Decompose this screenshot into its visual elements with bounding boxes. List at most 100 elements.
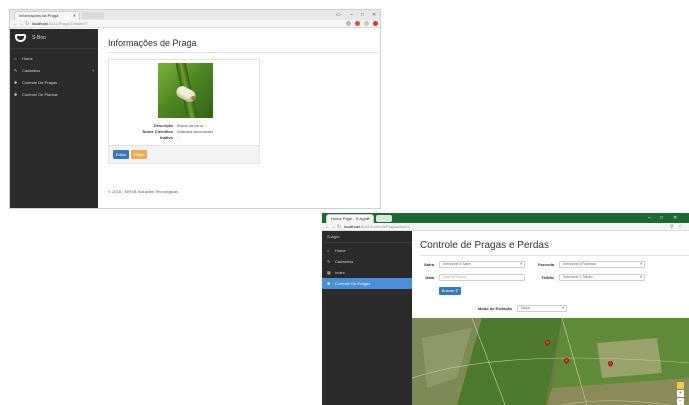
- app-name[interactable]: S-Agro: [322, 231, 412, 243]
- brand[interactable]: S-Boo: [10, 29, 98, 49]
- url-path: :8181/ControlePragas/Index: [359, 224, 410, 229]
- detail-row: Inativo □: [109, 135, 261, 141]
- close-window-icon[interactable]: ✕: [673, 213, 677, 223]
- sidebar-item-controle-pragas[interactable]: ✱ Controle De Pragas: [10, 77, 98, 89]
- url-host: localhost: [344, 224, 360, 229]
- edit-button[interactable]: Editar: [113, 150, 129, 159]
- new-tab-button[interactable]: [82, 12, 104, 19]
- home-icon: ⌂: [14, 56, 17, 61]
- browser-tab[interactable]: Home Page - S-Agro ✕: [326, 214, 374, 223]
- safra-select[interactable]: Selecione a Safra ▾: [439, 261, 525, 268]
- star-icon[interactable]: [346, 21, 351, 26]
- user-profile-icon[interactable]: ▭: [336, 10, 341, 20]
- sidebar-item-label: Controle De Pragas: [335, 281, 371, 286]
- chevron-down-icon: ▾: [562, 306, 564, 310]
- maximize-icon[interactable]: □: [660, 213, 663, 223]
- divider: [108, 52, 378, 53]
- street-view-icon[interactable]: [677, 382, 684, 389]
- sidebar-item-controle-plantas[interactable]: ✱ Controle De Plantas: [10, 89, 98, 101]
- buscar-button[interactable]: Buscar ⚲: [439, 287, 461, 295]
- map-zoom-out-button[interactable]: −: [677, 398, 684, 405]
- safra-select-value: Selecione a Safra: [443, 262, 471, 266]
- extension-icon[interactable]: [364, 21, 369, 26]
- page-title: Informações de Praga: [108, 38, 197, 48]
- url-field[interactable]: localhost:8181/Praga/Detalhe/7: [32, 21, 340, 27]
- modo-label: Modo de Exibição: [477, 306, 512, 311]
- main-content: Informações de Praga Descrição Broca da …: [98, 29, 380, 208]
- minimize-icon[interactable]: –: [350, 10, 353, 20]
- page-title: Controle de Pragas e Perdas: [420, 240, 549, 251]
- extension-icon[interactable]: [355, 21, 360, 26]
- reload-icon[interactable]: ↻: [25, 20, 29, 28]
- logo-icon: [15, 34, 26, 42]
- buscar-label: Buscar: [441, 288, 455, 293]
- sidebar-item-controle-pragas[interactable]: ✱ Controle De Pragas: [322, 278, 412, 289]
- fazenda-label: Fazenda: [537, 262, 554, 267]
- sidebar-item-label: Cadastros: [335, 259, 354, 264]
- caterpillar-head-shape: [191, 96, 196, 100]
- close-window-icon[interactable]: ✕: [372, 10, 376, 20]
- back-icon[interactable]: ←: [325, 223, 330, 231]
- main-content: Controle de Pragas e Perdas Safra Seleci…: [412, 231, 689, 405]
- tab-title: Home Page - S-Agro: [331, 216, 369, 221]
- modo-select[interactable]: Mapa ▾: [517, 305, 567, 312]
- tab-strip: Home Page - S-Agro ✕ – □ ✕: [322, 213, 689, 223]
- detail-label: Inativo: [160, 135, 173, 140]
- sidebar-item-label: Cadastros: [22, 68, 41, 73]
- sidebar: S-Agro ⌂ Home ✎ Cadastros ▦ Index ✱ Cont…: [322, 231, 412, 405]
- map-terrain: [412, 318, 689, 405]
- search-icon: ⚲: [455, 288, 459, 293]
- sidebar-item-index[interactable]: ▦ Index: [322, 267, 412, 278]
- bug-icon: ✱: [327, 281, 331, 286]
- extension-icon[interactable]: [373, 21, 378, 26]
- tab-title: Informações da Praga: [19, 13, 59, 18]
- talhao-select-value: Selecione o Talhão: [563, 275, 593, 279]
- satellite-map[interactable]: + −: [412, 318, 689, 405]
- map-zoom-in-button[interactable]: +: [677, 390, 684, 397]
- forward-icon[interactable]: →: [331, 223, 336, 231]
- chevron-down-icon: ▾: [640, 275, 642, 279]
- pencil-icon: ✎: [14, 68, 18, 73]
- caterpillar-shape: [174, 84, 198, 104]
- sidebar-item-label: Home: [335, 248, 346, 253]
- home-icon: ⌂: [327, 248, 330, 253]
- tab-close-icon[interactable]: ✕: [367, 215, 370, 223]
- sidebar-item-cadastros[interactable]: ✎ Cadastros ‹: [10, 65, 98, 77]
- sidebar-item-label: Home: [22, 56, 33, 61]
- forward-icon[interactable]: →: [19, 20, 24, 28]
- sidebar-item-cadastros[interactable]: ✎ Cadastros: [322, 256, 412, 267]
- fazenda-select-value: Selecione a Fazenda: [563, 262, 596, 266]
- back-button[interactable]: Voltar: [131, 150, 147, 159]
- grid-icon: ▦: [327, 270, 331, 275]
- maximize-icon[interactable]: □: [361, 10, 364, 20]
- url-path: :8181/Praga/Detalhe/7: [47, 21, 88, 26]
- address-bar-row: ← → ↻ localhost:8181/ControlePragas/Inde…: [322, 223, 689, 231]
- page-footer: © 2018 - SIRSB Soluções Tecnológicas: [108, 189, 179, 194]
- search-icon[interactable]: ⚲: [670, 223, 674, 231]
- browser-window-controle-pragas: Home Page - S-Agro ✕ – □ ✕ ← → ↻ localho…: [322, 213, 689, 405]
- browser-window-praga-detail: Informações da Praga ✕ ▭ – □ ✕ ← → ↻ loc…: [9, 9, 381, 209]
- browser-tab[interactable]: Informações da Praga ✕: [14, 11, 80, 20]
- safra-label: Safra: [423, 262, 434, 267]
- new-tab-button[interactable]: [376, 215, 392, 222]
- data-input[interactable]: Data da Busca: [439, 274, 525, 281]
- praga-detail-card: Descrição Broca da cana Nome Científico …: [108, 59, 260, 164]
- pencil-icon: ✎: [327, 259, 331, 264]
- sidebar-item-home[interactable]: ⌂ Home: [322, 245, 412, 256]
- sidebar-item-home[interactable]: ⌂ Home: [10, 53, 98, 65]
- card-footer: Editar Voltar: [109, 145, 259, 163]
- inativo-checkbox: □: [177, 135, 180, 140]
- url-field[interactable]: localhost:8181/ControlePragas/Index: [344, 224, 649, 230]
- bug-icon: ✱: [14, 80, 18, 85]
- tab-close-icon[interactable]: ✕: [73, 12, 76, 20]
- divider: [420, 255, 689, 256]
- sidebar-item-label: Controle De Plantas: [22, 92, 58, 97]
- back-icon[interactable]: ←: [13, 20, 18, 28]
- star-icon[interactable]: ☆: [678, 223, 682, 231]
- url-host: localhost: [32, 21, 48, 26]
- fazenda-select[interactable]: Selecione a Fazenda ▾: [559, 261, 645, 268]
- reload-icon[interactable]: ↻: [337, 223, 341, 231]
- minimize-icon[interactable]: –: [648, 213, 651, 223]
- address-bar-row: ← → ↻ localhost:8181/Praga/Detalhe/7: [10, 20, 380, 28]
- talhao-select[interactable]: Selecione o Talhão ▾: [559, 274, 645, 281]
